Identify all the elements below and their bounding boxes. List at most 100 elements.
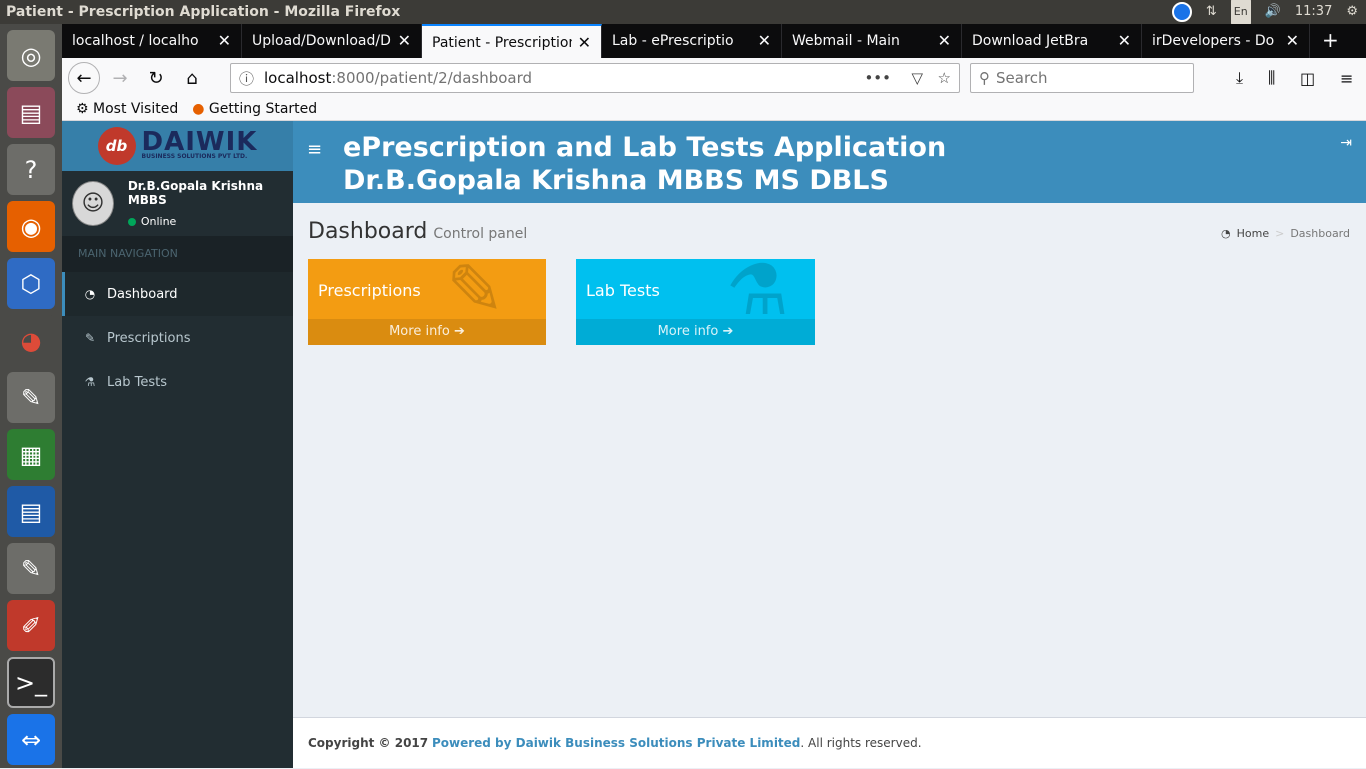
downloads-icon[interactable]: ⤓ <box>1236 68 1243 88</box>
pocket-icon[interactable]: ▽ <box>911 69 923 87</box>
search-input[interactable]: ⚲ Search <box>970 63 1194 93</box>
box-icon[interactable]: ⬡ <box>7 258 55 309</box>
logo-text: DAIWIK BUSINESS SOLUTIONS PVT LTD. <box>141 127 258 160</box>
dashboard-icon: ◔ <box>84 287 96 301</box>
sidebar: db DAIWIK BUSINESS SOLUTIONS PVT LTD. ☺ D… <box>62 121 293 768</box>
close-tab-icon[interactable]: ✕ <box>1286 24 1299 58</box>
app-header: ≡ ePrescription and Lab Tests Applicatio… <box>293 121 1366 203</box>
settings-gear-icon[interactable]: ⚙ <box>1346 0 1358 24</box>
footer-powered-link[interactable]: Powered by Daiwik Business Solutions Pri… <box>432 736 800 750</box>
sidebar-item-label: Prescriptions <box>107 330 191 346</box>
sidebar-item-dashboard[interactable]: ◔ Dashboard <box>62 272 293 316</box>
app-title-line1: ePrescription and Lab Tests Application <box>343 132 947 163</box>
back-icon[interactable]: ← <box>68 62 100 94</box>
arrow-circle-right-icon: ➔ <box>722 324 734 339</box>
library-icon[interactable]: ⫼ <box>1268 68 1275 88</box>
app-title: ePrescription and Lab Tests Application … <box>343 131 946 197</box>
box-title: Lab Tests <box>586 281 660 300</box>
forward-icon[interactable]: → <box>104 62 136 94</box>
tab-irdevelopers[interactable]: irDevelopers - Do ✕ <box>1142 24 1310 58</box>
reload-icon[interactable]: ↻ <box>140 62 172 94</box>
teamviewer-icon[interactable]: ⇔ <box>7 714 55 765</box>
sign-out-icon[interactable]: ⇥ <box>1340 135 1352 151</box>
search-icon: ⚲ <box>979 69 990 87</box>
system-tray: ⇅ En 🔊 11:37 ⚙ <box>1171 0 1358 25</box>
close-tab-icon[interactable]: ✕ <box>1118 24 1131 58</box>
tab-webmail[interactable]: Webmail - Main ✕ <box>782 24 962 58</box>
spreadsheet-icon[interactable]: ▦ <box>7 429 55 480</box>
close-tab-icon[interactable]: ✕ <box>578 26 591 58</box>
tab-phpmyadmin[interactable]: localhost / localho ✕ <box>62 24 242 58</box>
tab-jetbrains[interactable]: Download JetBra ✕ <box>962 24 1142 58</box>
tab-lab-eprescription[interactable]: Lab - ePrescriptio ✕ <box>602 24 782 58</box>
volume-icon[interactable]: 🔊 <box>1265 0 1281 24</box>
nav-header: MAIN NAVIGATION <box>62 236 293 272</box>
tab-patient-prescription[interactable]: Patient - Prescription ✕ <box>422 24 602 58</box>
menu-icon[interactable]: ≡ <box>1340 69 1353 88</box>
paint-icon[interactable]: ✐ <box>7 600 55 651</box>
network-icon[interactable]: ⇅ <box>1206 0 1217 24</box>
navigation-toolbar: ← → ↻ ⌂ ⓘ localhost:8000/patient/2/dashb… <box>62 58 1366 98</box>
prescriptions-box[interactable]: Prescriptions ✎ More info ➔ <box>308 259 546 345</box>
sidebar-item-lab-tests[interactable]: ⚗ Lab Tests <box>62 360 293 404</box>
keyboard-language[interactable]: En <box>1230 0 1251 25</box>
text-editor-icon-2[interactable]: ✎ <box>7 543 55 594</box>
teamviewer-tray-icon[interactable] <box>1171 2 1192 22</box>
user-status: Online <box>127 215 293 228</box>
page-title: Dashboard Control panel <box>308 219 528 244</box>
url-bar[interactable]: ⓘ localhost:8000/patient/2/dashboard •••… <box>230 63 960 93</box>
tab-strip: localhost / localho ✕ Upload/Download/D ✕ … <box>62 24 1366 58</box>
page-subtitle: Control panel <box>433 226 528 242</box>
window-title: Patient - Prescription Application - Moz… <box>6 4 401 20</box>
brand-logo[interactable]: db DAIWIK BUSINESS SOLUTIONS PVT LTD. <box>62 121 293 171</box>
logo-mark: db <box>97 127 136 165</box>
close-tab-icon[interactable]: ✕ <box>218 24 231 58</box>
flask-icon: ⚗ <box>726 259 789 331</box>
clock[interactable]: 11:37 <box>1295 0 1332 24</box>
breadcrumb-home[interactable]: Home <box>1237 227 1269 240</box>
files-icon[interactable]: ▤ <box>7 87 55 138</box>
launcher: ◎ ▤ ? ◉ ⬡ ◕ ✎ ▦ ▤ ✎ ✐ >_ ⇔ <box>0 24 62 768</box>
new-tab-icon[interactable]: + <box>1310 24 1339 58</box>
sidebar-icon[interactable]: ◫ <box>1300 69 1315 88</box>
document-icon[interactable]: ▤ <box>7 486 55 537</box>
lab-tests-box[interactable]: Lab Tests ⚗ More info ➔ <box>576 259 815 345</box>
tab-upload-download[interactable]: Upload/Download/D ✕ <box>242 24 422 58</box>
close-tab-icon[interactable]: ✕ <box>758 24 771 58</box>
dashboard-icon: ◔ <box>1221 227 1231 240</box>
close-tab-icon[interactable]: ✕ <box>938 24 951 58</box>
sidebar-item-label: Dashboard <box>107 286 178 302</box>
more-info-link[interactable]: More info ➔ <box>576 319 815 345</box>
user-name: Dr.B.Gopala Krishna MBBS <box>127 179 264 207</box>
ubuntu-icon[interactable]: ◎ <box>7 30 55 81</box>
footer-rights: . All rights reserved. <box>800 736 922 750</box>
breadcrumb-separator: > <box>1275 227 1285 240</box>
home-icon[interactable]: ⌂ <box>176 62 208 94</box>
online-dot-icon <box>127 217 136 226</box>
page-actions-icon[interactable]: ••• <box>864 69 891 87</box>
bookmarks-toolbar: ⚙ Most Visited ● Getting Started <box>62 98 1366 121</box>
bookmark-most-visited[interactable]: ⚙ Most Visited <box>76 101 178 117</box>
text-editor-icon[interactable]: ✎ <box>7 372 55 423</box>
bookmark-getting-started[interactable]: ● Getting Started <box>192 101 317 117</box>
footer: Copyright © 2017 Powered by Daiwik Busin… <box>293 717 1366 768</box>
window-titlebar: Patient - Prescription Application - Moz… <box>0 0 1366 25</box>
edit-icon: ✎ <box>84 331 96 345</box>
edit-icon: ✎ <box>446 259 505 331</box>
chrome-icon[interactable]: ◕ <box>7 315 55 366</box>
bookmark-star-icon[interactable]: ☆ <box>938 69 951 87</box>
box-title: Prescriptions <box>318 281 421 300</box>
firefox-icon[interactable]: ◉ <box>7 201 55 252</box>
sidebar-toggle-icon[interactable]: ≡ <box>307 139 322 160</box>
flask-icon: ⚗ <box>84 375 96 389</box>
url-host: localhost <box>264 69 332 87</box>
help-icon[interactable]: ? <box>7 144 55 195</box>
terminal-icon[interactable]: >_ <box>7 657 55 708</box>
firefox-icon: ● <box>192 101 205 117</box>
more-info-link[interactable]: More info ➔ <box>308 319 546 345</box>
sidebar-item-prescriptions[interactable]: ✎ Prescriptions <box>62 316 293 360</box>
info-icon[interactable]: ⓘ <box>239 68 254 89</box>
close-tab-icon[interactable]: ✕ <box>398 24 411 58</box>
avatar: ☺ <box>72 181 114 226</box>
user-panel: ☺ Dr.B.Gopala Krishna MBBS Online <box>62 171 293 236</box>
